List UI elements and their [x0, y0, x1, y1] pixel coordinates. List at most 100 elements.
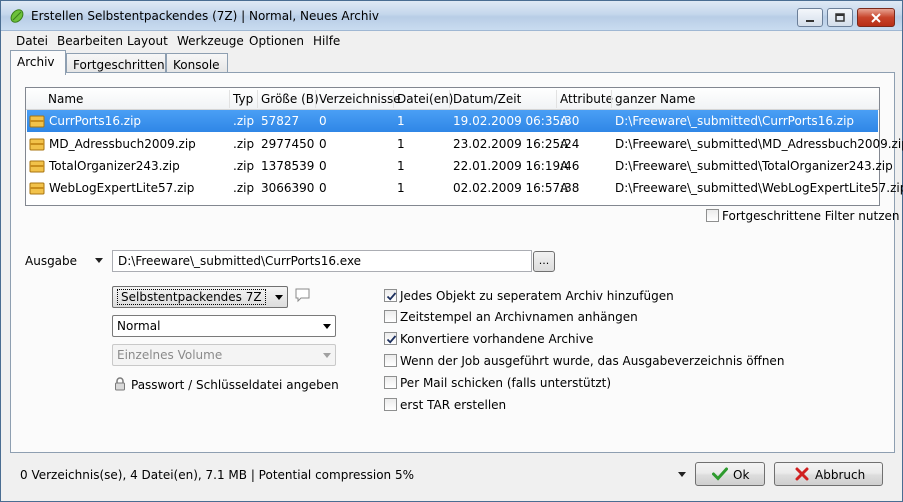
option-checkbox-mail[interactable]	[384, 376, 397, 389]
option-checkbox-separate-archive[interactable]	[384, 289, 397, 302]
col-name[interactable]: Name	[48, 92, 83, 106]
status-text: 0 Verzeichnis(se), 4 Datei(en), 7.1 MB |…	[20, 468, 415, 482]
col-dateien[interactable]: Datei(en)	[397, 92, 453, 106]
cell-attr: A	[560, 137, 569, 151]
maximize-icon	[835, 13, 845, 22]
cross-icon	[795, 467, 809, 481]
ok-label: Ok	[733, 468, 750, 482]
tab-archiv[interactable]: Archiv	[10, 50, 66, 75]
cell-full-name: D:\Freeware\_submitted\WebLogExpertLite5…	[615, 181, 903, 195]
chevron-down-icon	[323, 324, 331, 329]
col-ganzer-name[interactable]: ganzer Name	[615, 92, 695, 106]
cell-type: .zip	[233, 159, 255, 173]
browse-button[interactable]: ...	[533, 251, 555, 272]
cell-files: 1	[397, 159, 405, 173]
cell-size: 3066390	[261, 181, 315, 195]
cell-name: CurrPorts16.zip	[49, 114, 142, 128]
menu-hilfe[interactable]: Hilfe	[313, 34, 340, 48]
option-checkbox-tar[interactable]	[384, 398, 397, 411]
table-row[interactable]: CurrPorts16.zip .zip 57827 0 1 19.02.200…	[27, 110, 878, 132]
menu-layout[interactable]: Layout	[127, 34, 168, 48]
cell-name: TotalOrganizer243.zip	[49, 159, 180, 173]
minimize-button[interactable]	[797, 8, 823, 27]
cell-files: 1	[397, 137, 405, 151]
menu-werkzeuge[interactable]: Werkzeuge	[177, 34, 244, 48]
col-groesse[interactable]: Größe (B)	[261, 92, 319, 106]
cell-type: .zip	[233, 114, 255, 128]
table-row[interactable]: WebLogExpertLite57.zip .zip 3066390 0 1 …	[27, 177, 903, 199]
cell-attr: A	[560, 181, 569, 195]
lock-icon[interactable]	[114, 377, 126, 391]
option-label-convert[interactable]: Konvertiere vorhandene Archive	[400, 332, 593, 346]
menu-bar: Datei Bearbeiten Layout Werkzeuge Option…	[1, 31, 902, 51]
cell-dirs: 0	[319, 159, 327, 173]
checkmark-icon	[386, 335, 397, 344]
output-path-input[interactable]: D:\Freeware\_submitted\CurrPorts16.exe	[112, 250, 532, 272]
zip-file-icon	[29, 115, 45, 128]
option-label-timestamp[interactable]: Zeitstempel an Archivnamen anhängen	[400, 310, 638, 324]
zip-file-icon	[29, 182, 45, 195]
cell-name: WebLogExpertLite57.zip	[49, 181, 195, 195]
col-datum[interactable]: Datum/Zeit	[453, 92, 521, 106]
cancel-label: Abbruch	[815, 468, 866, 482]
menu-optionen[interactable]: Optionen	[249, 34, 304, 48]
actions-dropdown-icon[interactable]	[678, 472, 686, 478]
title-bar[interactable]: Erstellen Selbstentpackendes (7Z) | Norm…	[1, 1, 902, 31]
ok-button[interactable]: Ok	[695, 462, 765, 486]
cell-full-name: D:\Freeware\_submitted\TotalOrganizer243…	[615, 159, 893, 173]
volume-select: Einzelnes Volume	[112, 344, 336, 366]
cancel-button[interactable]: Abbruch	[774, 462, 883, 486]
peazip-icon	[10, 9, 24, 23]
file-list[interactable]: Name Typ Größe (B) Verzeichnisse Datei(e…	[25, 87, 903, 206]
cell-attr: A	[560, 114, 569, 128]
col-attribute[interactable]: Attribute	[560, 92, 613, 106]
format-select-value: Selbstentpackendes 7Z	[117, 289, 266, 305]
option-checkbox-convert[interactable]	[384, 332, 397, 345]
comment-icon[interactable]	[294, 287, 311, 303]
output-label: Ausgabe	[25, 254, 78, 268]
col-verzeichnisse[interactable]: Verzeichnisse	[319, 92, 401, 106]
check-icon	[712, 467, 728, 481]
close-window-button[interactable]	[857, 8, 895, 27]
list-header: Name Typ Größe (B) Verzeichnisse Datei(e…	[26, 88, 879, 110]
zip-file-icon	[29, 160, 45, 173]
cell-attr: A	[560, 159, 569, 173]
password-link[interactable]: Passwort / Schlüsseldatei angeben	[131, 378, 339, 392]
zip-file-icon	[29, 138, 45, 151]
cell-files: 1	[397, 181, 405, 195]
close-icon	[871, 13, 881, 23]
option-label-mail[interactable]: Per Mail schicken (falls unterstützt)	[400, 376, 611, 390]
option-label-separate-archive[interactable]: Jedes Objekt zu seperatem Archiv hinzufü…	[400, 289, 674, 303]
advanced-filter-label[interactable]: Fortgeschrittene Filter nutzen	[722, 209, 900, 223]
option-checkbox-timestamp[interactable]	[384, 310, 397, 323]
table-row[interactable]: MD_Adressbuch2009.zip .zip 2977450 0 1 2…	[27, 133, 903, 155]
cell-size: 1378539	[261, 159, 315, 173]
format-select[interactable]: Selbstentpackendes 7Z	[112, 286, 288, 308]
compression-select-value: Normal	[117, 319, 161, 333]
chevron-down-icon	[323, 353, 331, 358]
main-window: Erstellen Selbstentpackendes (7Z) | Norm…	[0, 0, 903, 502]
cell-type: .zip	[233, 181, 255, 195]
col-typ[interactable]: Typ	[233, 92, 253, 106]
cell-dirs: 0	[319, 114, 327, 128]
option-checkbox-open-output[interactable]	[384, 354, 397, 367]
output-dropdown-icon[interactable]	[95, 258, 103, 264]
cell-dirs: 0	[319, 181, 327, 195]
cell-full-name: D:\Freeware\_submitted\CurrPorts16.zip	[615, 114, 855, 128]
compression-select[interactable]: Normal	[112, 315, 336, 337]
menu-bearbeiten[interactable]: Bearbeiten	[57, 34, 123, 48]
cell-size: 57827	[261, 114, 300, 128]
advanced-filter-checkbox[interactable]	[706, 209, 719, 222]
cell-full-name: D:\Freeware\_submitted\MD_Adressbuch2009…	[615, 137, 903, 151]
chevron-down-icon	[275, 295, 283, 300]
option-label-tar[interactable]: erst TAR erstellen	[400, 398, 506, 412]
cell-dirs: 0	[319, 137, 327, 151]
maximize-button[interactable]	[827, 8, 853, 27]
cell-name: MD_Adressbuch2009.zip	[49, 137, 196, 151]
option-label-open-output[interactable]: Wenn der Job ausgeführt wurde, das Ausga…	[400, 354, 784, 368]
cell-files: 1	[397, 114, 405, 128]
checkmark-icon	[386, 292, 397, 301]
window-title: Erstellen Selbstentpackendes (7Z) | Norm…	[31, 9, 379, 23]
menu-datei[interactable]: Datei	[16, 34, 48, 48]
table-row[interactable]: TotalOrganizer243.zip .zip 1378539 0 1 2…	[27, 155, 893, 177]
